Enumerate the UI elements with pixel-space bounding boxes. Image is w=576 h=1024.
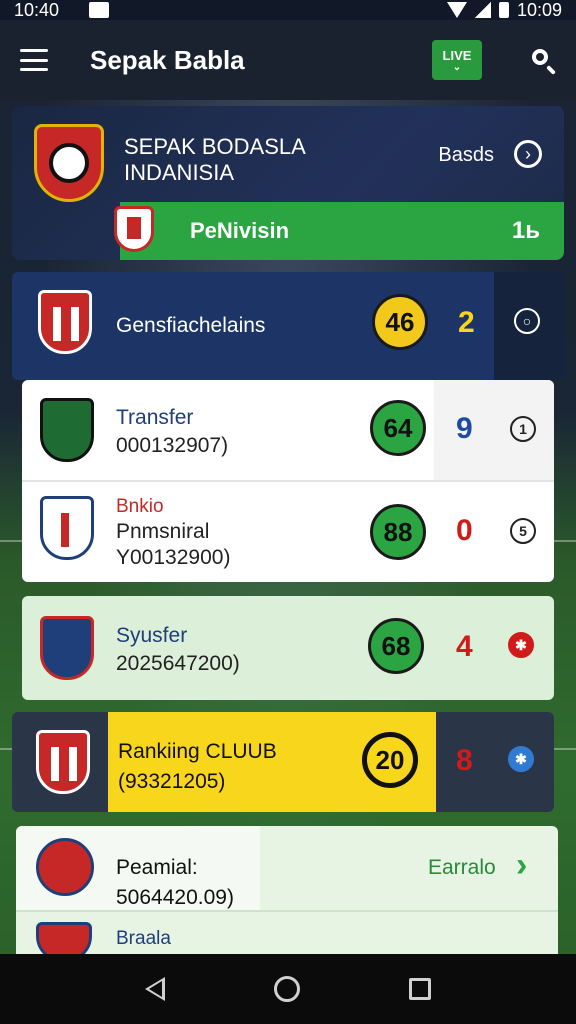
search-icon[interactable] [530,47,556,75]
signal-icon [474,2,491,18]
club-crest-icon [40,496,94,560]
wifi-icon [446,2,467,18]
club-id: 000132907) [116,434,229,457]
rank-value: 9 [456,412,473,445]
score-badge: 64 [370,400,426,456]
highlight-label: PeNivisin [190,218,290,243]
club-id: (93321205) [118,770,226,793]
arrow-right-icon[interactable]: › [516,846,527,885]
club-name: Transfer [116,406,194,429]
back-icon[interactable] [144,977,165,1001]
rank-value: 8 [456,744,473,777]
list-item[interactable]: Gensfiachelains 46 2 ○ [12,272,564,380]
home-icon[interactable] [273,976,300,1002]
club-name: Gensfiachelains [116,314,266,337]
league-header-card[interactable]: SEPAK BODASLA INDANISIA Basds › PeNivisi… [12,106,564,260]
chevron-down-icon: ⌄ [452,61,462,73]
info-icon[interactable]: 1 [510,416,536,442]
club-name: Bnkio [116,496,164,517]
status-bar: 10:40 10:09 [0,0,576,20]
highlight-value: 1ь [511,217,540,244]
club-id: 5064420.09) [116,886,234,909]
menu-icon[interactable] [20,49,48,71]
view-link[interactable]: Earralo [428,856,496,880]
rank-value: 2 [458,306,475,339]
score-badge: 68 [368,618,424,674]
club-name: Peamial: [116,856,198,879]
club-name: Syusfer [116,624,188,647]
league-title: SEPAK BODASLA INDANISIA [124,134,306,185]
list-item[interactable]: Transfer 000132907) 64 9 1 [22,380,554,480]
club-subtitle: Pnmsniral [116,520,210,543]
score-badge: 46 [372,294,428,350]
battery-icon [498,2,509,18]
rank-value: 4 [456,630,473,663]
club-crest-icon [38,290,92,354]
club-list-group: Transfer 000132907) 64 9 1 Bnkio Pnmsnir… [22,380,554,582]
rank-value: 0 [456,514,473,547]
club-name: Braala [116,928,171,949]
settings-icon[interactable]: ✱ [508,632,534,658]
club-crest-icon [114,206,154,252]
club-name: Rankiing CLUUB [118,740,277,763]
list-item[interactable]: Syusfer 2025647200) 68 4 ✱ [22,596,554,700]
list-item[interactable]: Rankiing CLUUB (93321205) 20 8 ✱ [12,712,554,812]
score-badge: 88 [370,504,426,560]
header-link[interactable]: Basds [438,144,494,167]
app-title: Sepak Babla [90,44,245,75]
league-crest-icon [34,124,104,202]
club-crest-icon [40,398,94,462]
gallery-icon [89,2,110,18]
list-item[interactable]: Peamial: 5064420.09) Earralo › Braala [16,826,558,960]
system-nav-bar [0,954,576,1024]
arrow-right-icon[interactable]: › [514,140,542,168]
highlight-bar[interactable]: PeNivisin 1ь [114,202,564,260]
app-bar: Sepak Babla LIVE ⌄ [0,20,576,100]
club-crest-icon [36,838,94,896]
status-time-left: 10:40 [14,0,60,20]
live-badge-label: LIVE [442,47,472,63]
info-icon[interactable]: ○ [514,308,540,334]
recents-icon[interactable] [409,978,432,1000]
club-crest-icon [40,616,94,680]
score-badge: 20 [362,732,418,788]
status-time-right: 10:09 [516,0,562,20]
live-button[interactable]: LIVE ⌄ [432,40,482,80]
club-crest-icon [36,730,90,794]
list-item[interactable]: Bnkio Pnmsniral Y00132900) 88 0 5 [22,482,554,582]
club-id: Y00132900) [116,546,231,569]
settings-icon[interactable]: ✱ [508,746,534,772]
club-id: 2025647200) [116,652,240,675]
info-icon[interactable]: 5 [510,518,536,544]
